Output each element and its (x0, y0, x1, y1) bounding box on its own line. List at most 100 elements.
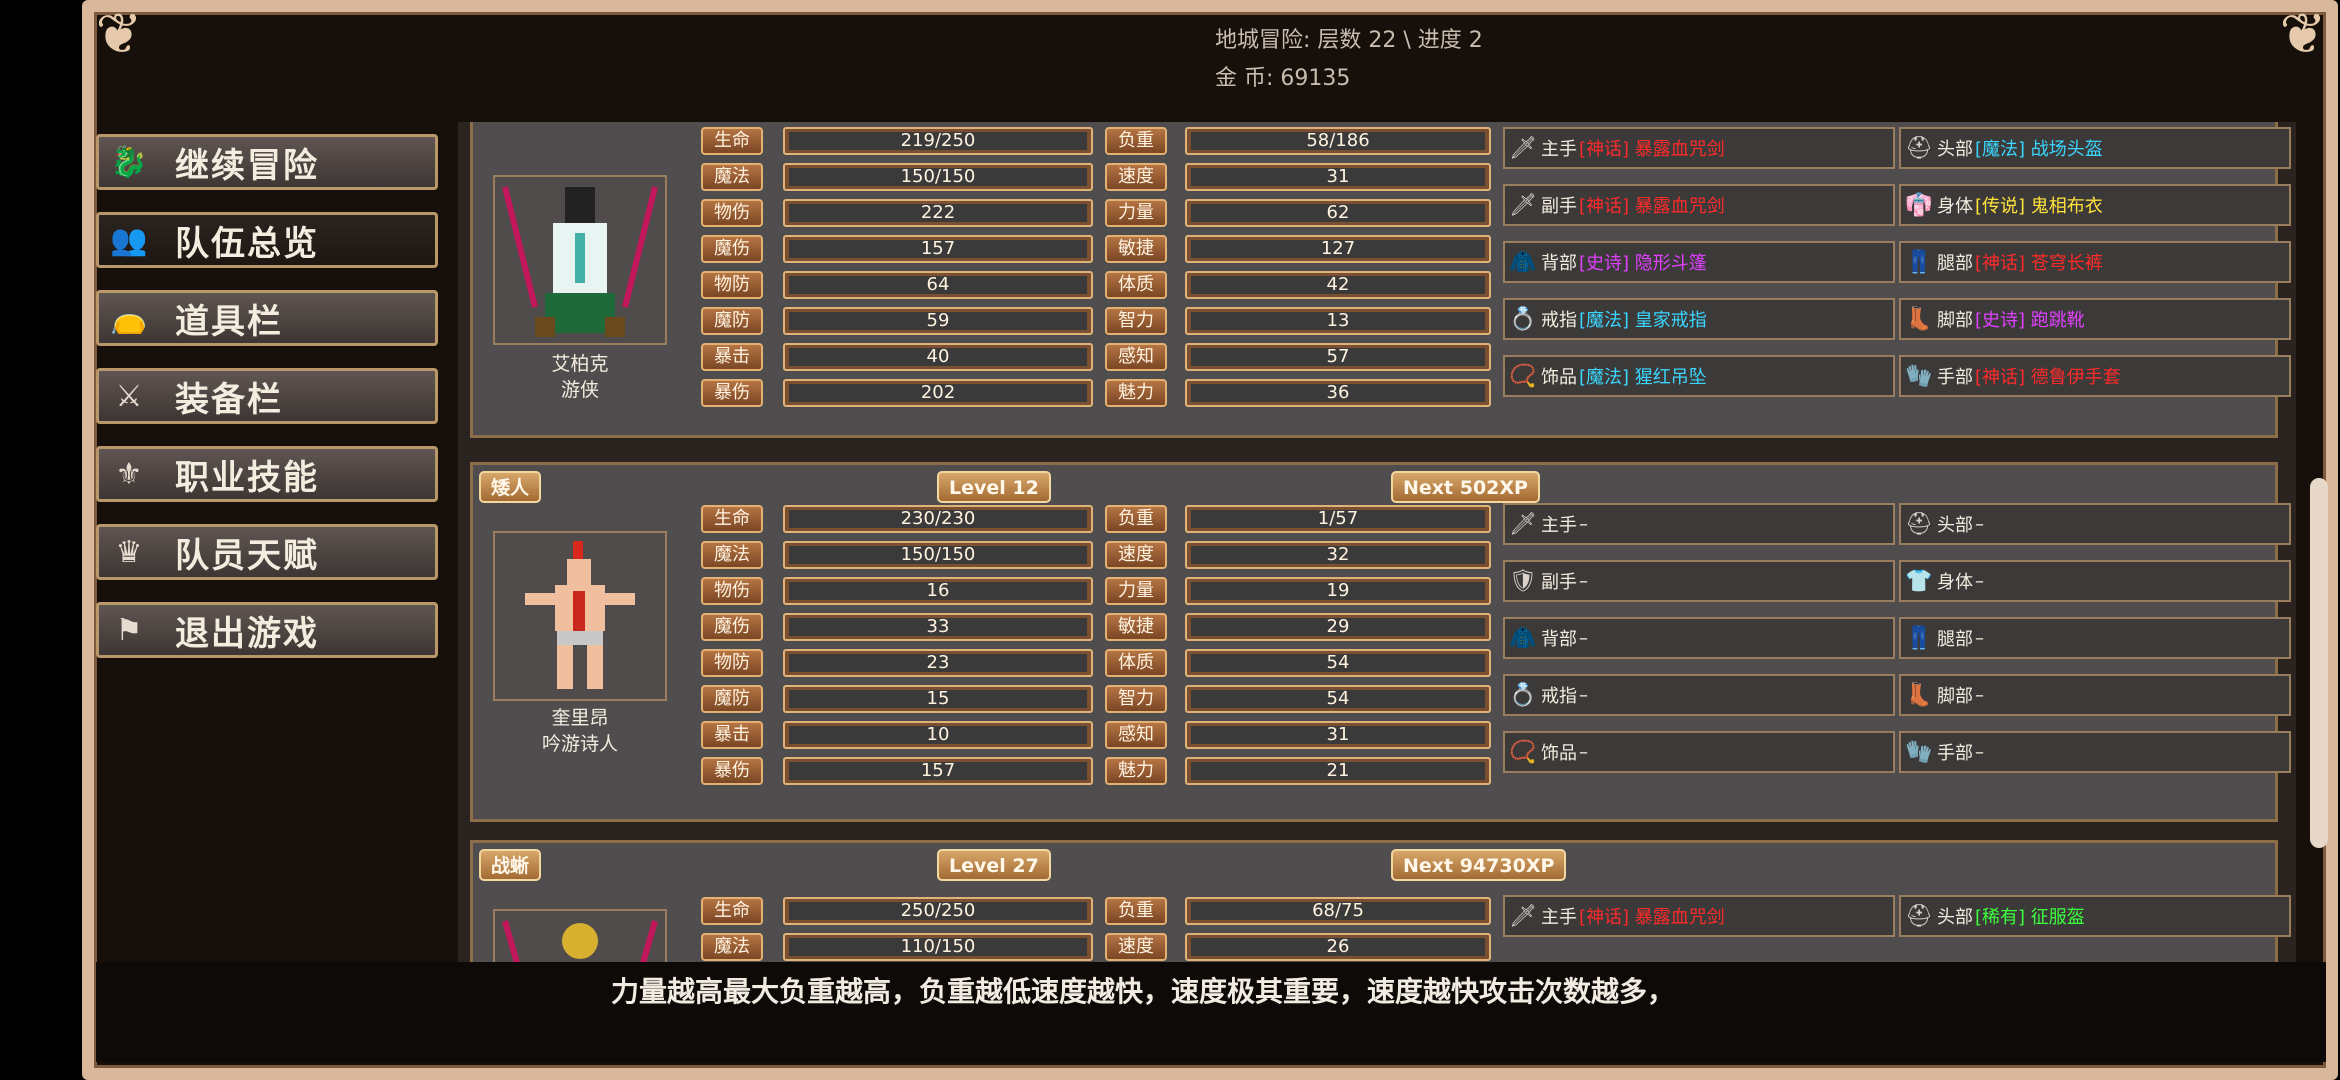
sword-icon: 🗡 (1509, 135, 1537, 161)
menu-label: 队员天赋 (175, 535, 319, 576)
stat-value: 62 (1185, 199, 1491, 227)
equipment-slot[interactable]: 🗡 主手 [神话] 暴露血咒剑 (1503, 895, 1895, 937)
equipment-slot[interactable]: 🛡 副手 – (1503, 560, 1895, 602)
pants-icon: 👖 (1905, 625, 1933, 651)
scrollbar[interactable] (2310, 478, 2328, 848)
equipment-slot[interactable]: ⛑ 头部 – (1899, 503, 2291, 545)
item-name: – (1975, 741, 1984, 763)
next-xp-tag: Next 94730XP (1391, 849, 1567, 881)
party-overview-panel[interactable]: 艾柏克 游侠 生命 219/250 魔法 150/150 物伤 222 魔伤 157 物防 64 魔… (458, 122, 2296, 962)
stat-value: 31 (1185, 721, 1491, 749)
item-name: [神话] 苍穹长裤 (1975, 253, 2103, 274)
stat-value-text: 31 (1326, 166, 1350, 187)
equipment-slot[interactable]: 👢 脚部 – (1899, 674, 2291, 716)
stat-value-text: 110/150 (900, 936, 976, 957)
stat-value: 157 (783, 757, 1093, 785)
stat-label: 智力 (1105, 307, 1167, 335)
menu-continue-adventure[interactable]: 🐉 继续冒险 (96, 134, 438, 190)
equipment-slot[interactable]: 📿 饰品 [魔法] 猩红吊坠 (1503, 355, 1895, 397)
robe-icon: 👘 (1905, 192, 1933, 218)
stat-label: 智力 (1105, 685, 1167, 713)
ring-icon: 💍 (1509, 682, 1537, 708)
equipment-slot[interactable]: 🗡 主手 [神话] 暴露血咒剑 (1503, 127, 1895, 169)
menu-class-skills[interactable]: ⚜ 职业技能 (96, 446, 438, 502)
stat-label: 暴击 (701, 721, 763, 749)
stat-value: 127 (1185, 235, 1491, 263)
slot-name: 腿部 (1937, 253, 1973, 274)
character-portrait[interactable] (493, 909, 667, 962)
stat-label: 敏捷 (1105, 235, 1167, 263)
stat-label: 速度 (1105, 933, 1167, 961)
stat-value-text: 31 (1326, 724, 1350, 745)
menu-party-overview[interactable]: 👥 队伍总览 (96, 212, 438, 268)
character-portrait[interactable] (493, 531, 667, 701)
equipment-slot[interactable]: 💍 戒指 [魔法] 皇家戒指 (1503, 298, 1895, 340)
equipment-slot[interactable]: 👢 脚部 [史诗] 跑跳靴 (1899, 298, 2291, 340)
equipment-slot[interactable]: 🧥 背部 [史诗] 隐形斗篷 (1503, 241, 1895, 283)
menu-inventory[interactable]: 👝 道具栏 (96, 290, 438, 346)
dungeon-progress: 地城冒险: 层数 22 \ 进度 2 (1215, 28, 1483, 53)
menu-label: 职业技能 (175, 457, 319, 498)
equipment-slot[interactable]: 👕 身体 – (1899, 560, 2291, 602)
equipment-slot[interactable]: 🧥 背部 – (1503, 617, 1895, 659)
character-card: 艾柏克 游侠 生命 219/250 魔法 150/150 物伤 222 魔伤 157 物防 64 魔… (470, 122, 2291, 438)
item-name: – (1975, 570, 1984, 592)
stat-label: 魔法 (701, 933, 763, 961)
level-tag: Level 27 (937, 849, 1051, 881)
stat-value: 110/150 (783, 933, 1093, 961)
item-name: – (1579, 627, 1588, 649)
slot-name: 主手 (1541, 907, 1577, 928)
level-tag: Level 12 (937, 471, 1051, 503)
character-name: 奎里昂 吟游诗人 (493, 705, 667, 757)
menu-label: 继续冒险 (175, 145, 319, 186)
equipment-slot[interactable]: ⛑ 头部 [魔法] 战场头盔 (1899, 127, 2291, 169)
menu-exit-game[interactable]: ⚑ 退出游戏 (96, 602, 438, 658)
cape-icon: 🧥 (1509, 249, 1537, 275)
character-name: 艾柏克 游侠 (493, 351, 667, 403)
equipment-slot[interactable]: 📿 饰品 – (1503, 731, 1895, 773)
stat-value: 54 (1185, 685, 1491, 713)
card-header: 战蜥 Level 27 Next 94730XP (473, 849, 2275, 885)
stat-value-text: 250/250 (900, 900, 976, 921)
stat-value: 150/150 (783, 541, 1093, 569)
item-name: [神话] 德鲁伊手套 (1975, 367, 2121, 388)
slot-name: 饰品 (1541, 743, 1577, 764)
slot-name: 头部 (1937, 139, 1973, 160)
equipment-slot[interactable]: 💍 戒指 – (1503, 674, 1895, 716)
equipment-slot[interactable]: 👖 腿部 – (1899, 617, 2291, 659)
equipment-slot[interactable]: 🧤 手部 [神话] 德鲁伊手套 (1899, 355, 2291, 397)
slot-name: 主手 (1541, 139, 1577, 160)
stat-label: 魅力 (1105, 757, 1167, 785)
stat-label: 魔法 (701, 541, 763, 569)
stat-label: 负重 (1105, 127, 1167, 155)
stat-value-text: 19 (1326, 580, 1350, 601)
equipment-slot[interactable]: 👖 腿部 [神话] 苍穹长裤 (1899, 241, 2291, 283)
stat-label: 生命 (701, 505, 763, 533)
stat-value-text: 26 (1326, 936, 1350, 957)
stat-value: 250/250 (783, 897, 1093, 925)
character-portrait[interactable] (493, 175, 667, 345)
sword-icon: 🗡 (1509, 511, 1537, 537)
stat-value-text: 36 (1326, 382, 1350, 403)
item-name: [史诗] 跑跳靴 (1975, 310, 2085, 331)
sword-icon: 🗡 (1509, 903, 1537, 929)
stat-value-text: 13 (1326, 310, 1350, 331)
equipment-slot[interactable]: ⛑ 头部 [稀有] 征服盔 (1899, 895, 2291, 937)
menu-equipment[interactable]: ⚔ 装备栏 (96, 368, 438, 424)
equipment-slot[interactable]: 🗡 主手 – (1503, 503, 1895, 545)
class-text: 吟游诗人 (541, 733, 618, 755)
helmet-icon: ⛑ (1905, 511, 1933, 537)
slot-name: 手部 (1937, 367, 1973, 388)
menu-talents[interactable]: ♛ 队员天赋 (96, 524, 438, 580)
equipment-slot[interactable]: 🗡 副手 [神话] 暴露血咒剑 (1503, 184, 1895, 226)
stat-label: 感知 (1105, 343, 1167, 371)
stat-value: 21 (1185, 757, 1491, 785)
stat-value: 157 (783, 235, 1093, 263)
equipment-slot[interactable]: 🧤 手部 – (1899, 731, 2291, 773)
stat-value: 40 (783, 343, 1093, 371)
gold-count: 金 币: 69135 (1215, 66, 1351, 91)
stat-label: 生命 (701, 127, 763, 155)
equipment-slot[interactable]: 👘 身体 [传说] 鬼相布衣 (1899, 184, 2291, 226)
stat-value-text: 33 (926, 616, 950, 637)
stat-value: 42 (1185, 271, 1491, 299)
